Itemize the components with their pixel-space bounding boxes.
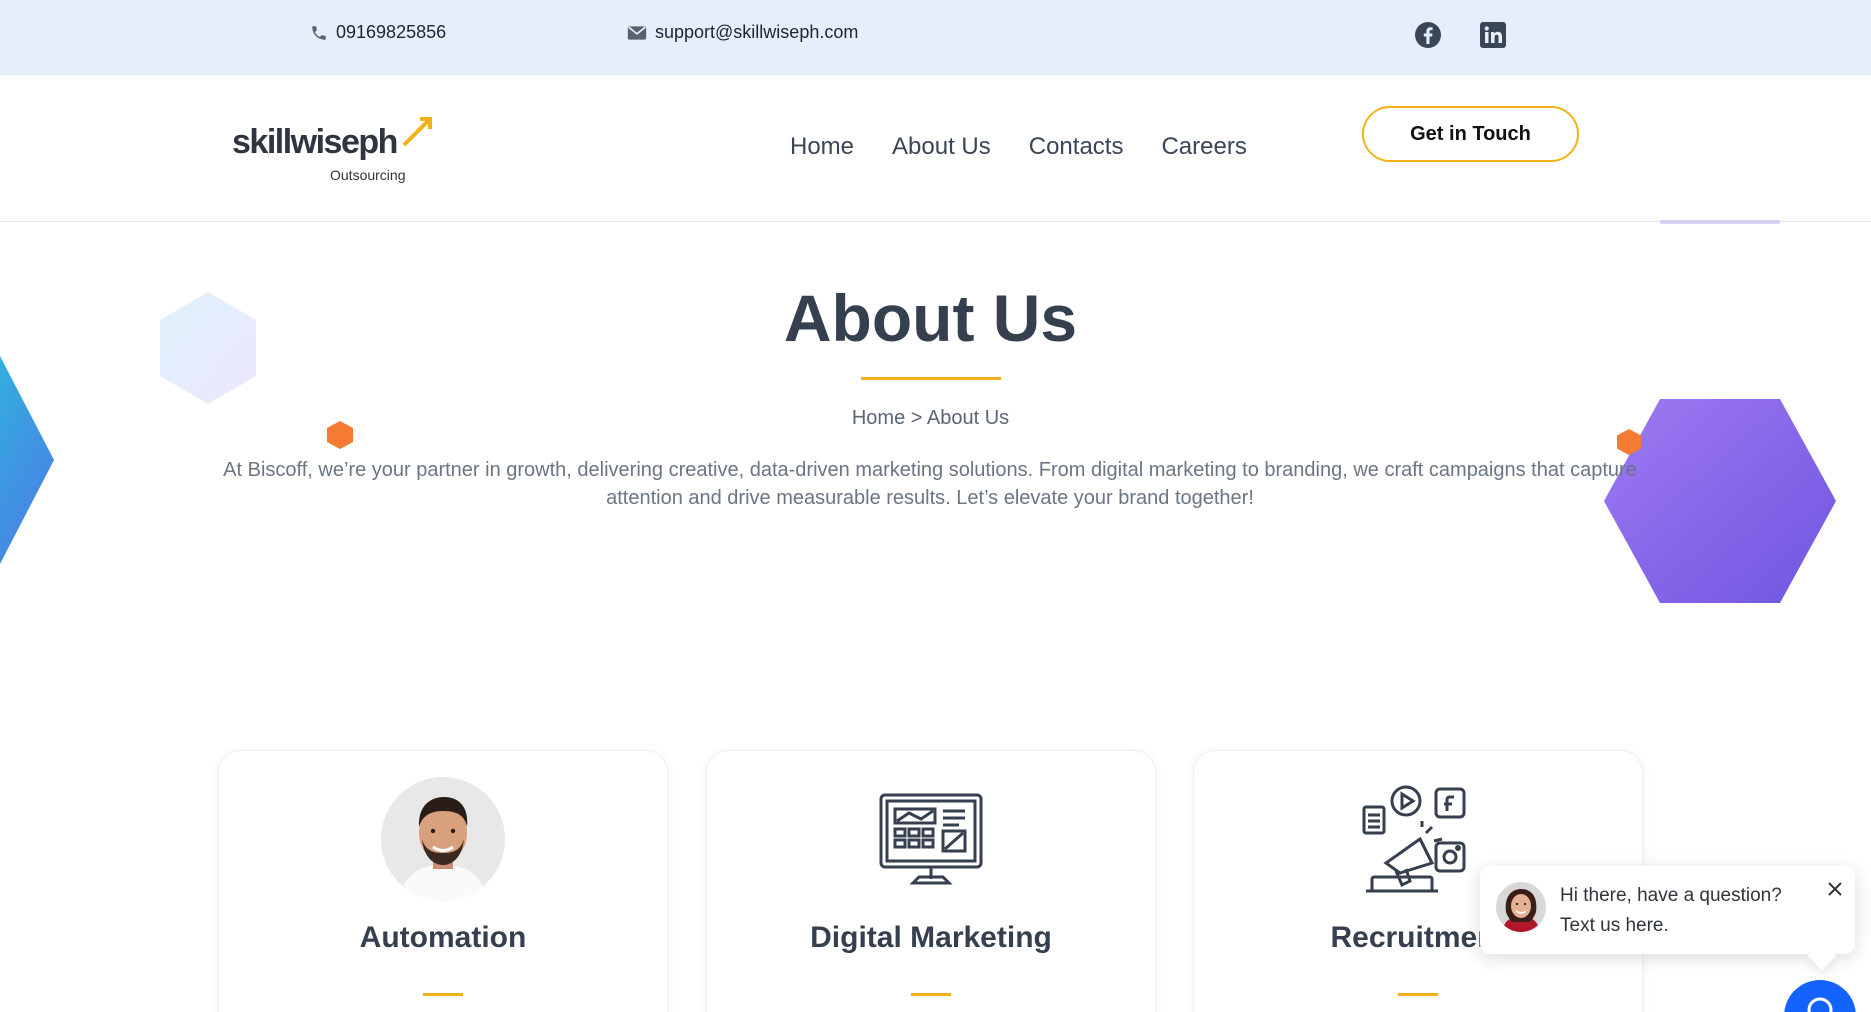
email-contact[interactable]: support@skillwiseph.com — [627, 22, 858, 43]
top-bar: 09169825856 support@skillwiseph.com — [0, 0, 1871, 75]
email-address: support@skillwiseph.com — [655, 22, 859, 42]
nav-careers[interactable]: Careers — [1161, 133, 1246, 161]
chat-popup[interactable]: Hi there, have a question? Text us here. — [1480, 866, 1855, 971]
page-title: About Us — [783, 281, 1078, 355]
close-icon[interactable] — [1826, 880, 1844, 898]
get-in-touch-button[interactable]: Get in Touch — [1362, 106, 1579, 162]
phone-number: 09169825856 — [336, 22, 447, 42]
intro-paragraph: At Biscoff, we’re your partner in growth… — [223, 459, 1637, 509]
nav-home[interactable]: Home — [790, 133, 854, 161]
chat-bubble-icon — [1807, 997, 1833, 1012]
dashboard-monitor-icon — [879, 793, 983, 885]
logo-subtitle: Outsourcing — [330, 167, 406, 183]
breadcrumb: Home > About Us — [851, 407, 1010, 429]
phone-icon — [312, 25, 326, 40]
chat-message-line-2: Text us here. — [1560, 915, 1669, 936]
chat-message: Hi there, have a question? Text us here. — [1560, 881, 1782, 941]
logo-wordmark: skillwiseph — [232, 123, 398, 161]
phone-contact[interactable]: 09169825856 — [310, 22, 446, 43]
person-avatar — [381, 777, 505, 901]
card-underline — [1398, 993, 1438, 996]
megaphone-social-icon — [1362, 785, 1466, 893]
decorative-bar — [1660, 220, 1780, 224]
site-header: skillwiseph Outsourcing Home About Us Co… — [0, 75, 1871, 222]
nav-about-us[interactable]: About Us — [892, 133, 991, 161]
main-nav: Home About Us Contacts Careers — [790, 133, 1247, 161]
service-card-automation[interactable]: Automation — [218, 750, 668, 1012]
chat-popup-tail — [1807, 941, 1837, 971]
linkedin-icon[interactable] — [1479, 21, 1507, 49]
card-title: Automation — [359, 921, 527, 954]
site-logo[interactable]: skillwiseph Outsourcing — [232, 115, 432, 185]
logo-arrows-icon — [402, 117, 432, 147]
nav-contacts[interactable]: Contacts — [1029, 133, 1124, 161]
card-underline — [911, 993, 951, 996]
envelope-icon — [627, 25, 647, 40]
chat-launcher-button[interactable] — [1784, 980, 1856, 1012]
service-card-digital-marketing[interactable]: Digital Marketing — [706, 750, 1156, 1012]
card-underline — [423, 993, 463, 996]
decorative-hexagon-teal — [0, 356, 54, 564]
chat-agent-avatar — [1496, 882, 1546, 932]
card-title: Digital Marketing — [810, 921, 1052, 954]
chat-message-line-1: Hi there, have a question? — [1560, 885, 1782, 906]
facebook-icon[interactable] — [1414, 21, 1442, 49]
decorative-hexagon-orange-small — [1617, 429, 1641, 455]
title-underline — [861, 377, 1001, 380]
